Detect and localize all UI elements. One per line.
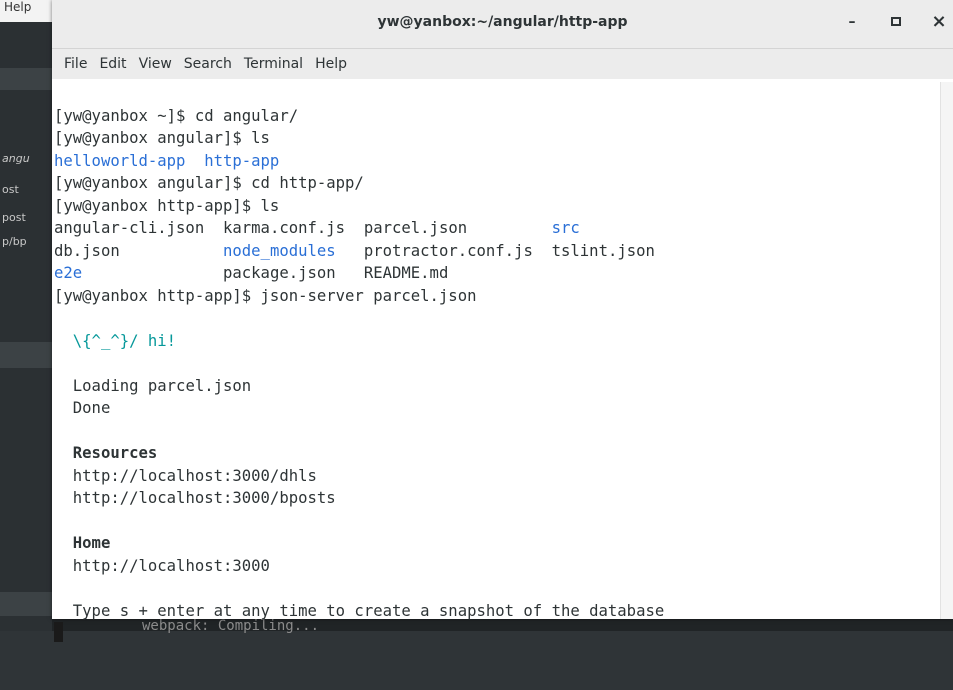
terminal-line: Home xyxy=(54,532,941,555)
title-bar[interactable]: yw@yanbox:~/angular/http-app – × xyxy=(52,0,953,49)
file-entry: parcel.json xyxy=(363,219,468,237)
terminal-line: http://localhost:3000/bposts xyxy=(54,487,941,510)
terminal-output[interactable]: [yw@yanbox ~]$ cd angular/ [yw@yanbox ang… xyxy=(52,82,941,642)
file-entry: tslint.json xyxy=(551,241,655,260)
background-band xyxy=(0,68,52,90)
close-button[interactable]: × xyxy=(929,12,949,32)
loading-text: Loading parcel.json xyxy=(72,376,252,395)
background-side-label: angu xyxy=(2,152,30,165)
menu-bar: File Edit View Search Terminal Help xyxy=(52,49,953,79)
directory-entry: http-app xyxy=(204,151,280,170)
background-side-label: ost xyxy=(2,183,19,196)
terminal-line: http://localhost:3000 xyxy=(54,555,941,578)
menu-help[interactable]: Help xyxy=(309,49,353,79)
ls-row: db.json node_modules protractor.conf.js … xyxy=(54,240,941,263)
snapshot-hint: Type s + enter at any time to create a s… xyxy=(72,601,665,620)
terminal-cursor xyxy=(54,622,63,642)
terminal-line: [yw@yanbox angular]$ ls xyxy=(54,129,270,147)
terminal-line xyxy=(54,622,941,645)
terminal-line: [yw@yanbox angular]$ cd http-app/ xyxy=(54,174,364,192)
terminal-line: helloworld-app http-app xyxy=(54,150,941,173)
terminal-line: Resources xyxy=(54,442,941,465)
ls-row: e2e package.json README.md xyxy=(54,262,941,285)
menu-search[interactable]: Search xyxy=(178,49,238,79)
window-title: yw@yanbox:~/angular/http-app xyxy=(377,14,628,30)
terminal-line: [yw@yanbox http-app]$ json-server parcel… xyxy=(54,286,477,305)
menu-file[interactable]: File xyxy=(58,49,93,79)
background-band xyxy=(0,592,52,616)
terminal-line: Loading parcel.json xyxy=(54,375,941,398)
background-desktop-strip xyxy=(0,0,52,631)
resource-url: http://localhost:3000/dhls xyxy=(72,466,317,485)
file-entry: README.md xyxy=(363,264,449,282)
terminal-line: Done xyxy=(54,397,941,420)
home-heading: Home xyxy=(72,534,111,552)
json-server-banner: \{^_^}/ hi! xyxy=(72,331,177,350)
file-entry: angular-cli.json xyxy=(54,219,205,237)
resources-heading: Resources xyxy=(72,444,158,462)
directory-entry: src xyxy=(551,219,580,237)
background-band xyxy=(0,342,52,368)
terminal-line: http://localhost:3000/dhls xyxy=(54,465,941,488)
file-entry: db.json xyxy=(54,241,120,260)
menu-edit[interactable]: Edit xyxy=(93,49,132,79)
file-entry: protractor.conf.js xyxy=(363,241,533,260)
file-entry: karma.conf.js xyxy=(223,219,346,237)
ls-row: angular-cli.json karma.conf.js parcel.js… xyxy=(54,217,941,240)
minimize-button[interactable]: – xyxy=(842,12,862,32)
file-entry: package.json xyxy=(223,264,336,282)
directory-entry: e2e xyxy=(54,264,83,282)
maximize-icon xyxy=(891,17,901,26)
background-help-fragment: Help xyxy=(0,0,52,22)
terminal-window[interactable]: yw@yanbox:~/angular/http-app – × File Edi… xyxy=(52,0,953,642)
maximize-button[interactable] xyxy=(886,12,906,32)
directory-entry: helloworld-app xyxy=(54,151,186,170)
background-side-label: post xyxy=(2,211,26,224)
done-text: Done xyxy=(72,399,111,417)
terminal-line: Type s + enter at any time to create a s… xyxy=(54,600,941,623)
menu-terminal[interactable]: Terminal xyxy=(238,49,309,79)
background-side-label: p/bp xyxy=(2,235,27,248)
terminal-line: \{^_^}/ hi! xyxy=(54,330,941,353)
terminal-line: [yw@yanbox http-app]$ ls xyxy=(54,196,280,215)
menu-view[interactable]: View xyxy=(133,49,178,79)
resource-url: http://localhost:3000/bposts xyxy=(72,489,336,507)
terminal-line: [yw@yanbox ~]$ cd angular/ xyxy=(54,106,299,125)
terminal-scrollbar[interactable] xyxy=(940,82,953,619)
directory-entry: node_modules xyxy=(223,241,336,260)
home-url: http://localhost:3000 xyxy=(72,556,270,575)
